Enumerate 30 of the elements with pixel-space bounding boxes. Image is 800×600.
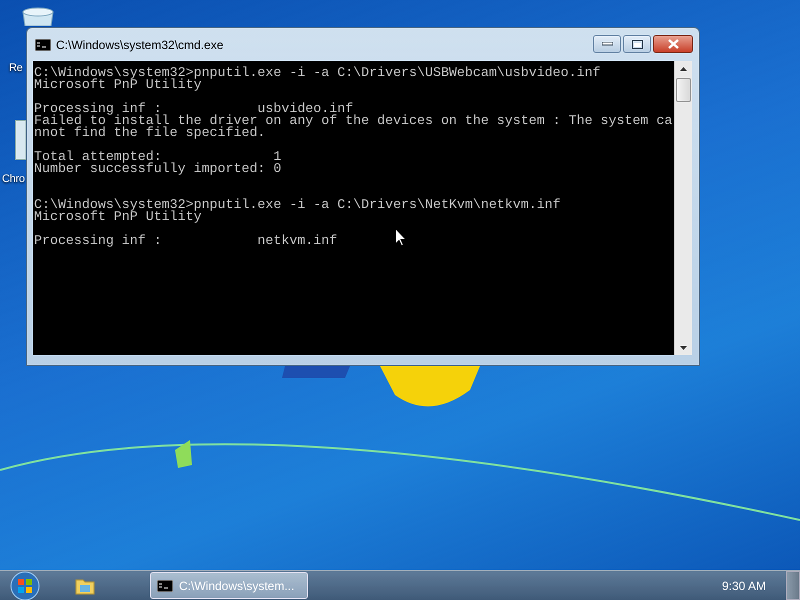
console-line: Total attempted: 1 [33, 151, 282, 163]
vertical-scrollbar[interactable] [674, 61, 692, 355]
mouse-pointer-icon [395, 228, 407, 247]
console-line: Microsoft PnP Utility [33, 79, 202, 91]
console-line: Microsoft PnP Utility [33, 211, 202, 223]
maximize-icon [632, 40, 642, 48]
console-line: Processing inf : netkvm.inf [33, 235, 338, 247]
console-icon [35, 38, 51, 50]
console-line: Failed to install the driver on any of the devices on the system : The system ca [33, 115, 672, 127]
logo-segment-shape [282, 366, 350, 378]
maximize-button[interactable] [623, 35, 651, 53]
windows-logo-icon [10, 570, 40, 600]
folder-icon [75, 576, 95, 594]
leaf-shape [175, 440, 192, 468]
minimize-icon [602, 42, 612, 46]
trash-bin-icon[interactable] [20, 6, 56, 26]
console-line: C:\Windows\system32>pnputil.exe -i -a C:\Drivers\NetKvm\netkvm.inf [33, 199, 561, 211]
scroll-thumb[interactable] [676, 78, 691, 102]
window-title: C:\Windows\system32\cmd.exe [56, 38, 224, 52]
close-button[interactable] [653, 35, 693, 53]
close-icon [668, 39, 678, 49]
desktop-icon-label[interactable]: Chro [2, 173, 25, 186]
console-line: nnot find the file specified. [33, 127, 266, 139]
minimize-button[interactable] [593, 35, 621, 53]
console-line: Number successfully imported: 0 [33, 163, 282, 175]
console-line: C:\Windows\system32>pnputil.exe -i -a C:\Drivers\USBWebcam\usbvideo.inf [33, 67, 601, 79]
clock: 9:30 AM [722, 578, 766, 592]
console-icon [157, 580, 173, 592]
console-line: Processing inf : usbvideo.inf [33, 103, 354, 115]
desktop-icon-label[interactable]: Re [9, 62, 22, 75]
